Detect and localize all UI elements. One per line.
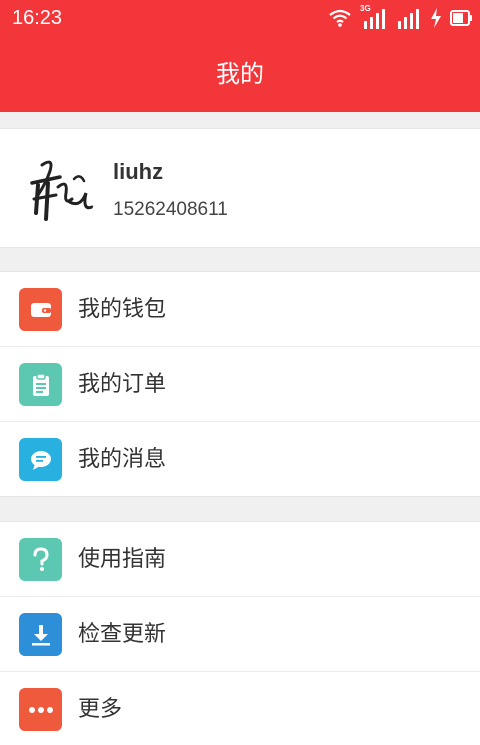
username: liuhz <box>113 159 164 184</box>
more-icon <box>19 688 62 731</box>
signal-3g-icon: 3G <box>360 4 388 29</box>
status-bar: 16:23 3G <box>0 0 480 36</box>
menu-item-wallet[interactable]: 我的钱包 <box>0 272 480 347</box>
charging-icon <box>431 8 441 28</box>
menu-label-more: 更多 <box>78 697 123 722</box>
menu-item-messages[interactable]: 我的消息 <box>0 422 480 497</box>
menu-label-check-update: 检查更新 <box>78 622 167 647</box>
profile-card[interactable]: liuhz 15262408611 <box>0 128 480 248</box>
menu-group-account: 我的钱包 我的订单 我的消息 <box>0 271 480 497</box>
clipboard-icon <box>19 363 62 406</box>
phone-number: 15262408611 <box>113 199 228 220</box>
wifi-icon <box>329 9 351 27</box>
battery-icon <box>450 10 472 26</box>
handwritten-avatar-icon <box>30 160 94 221</box>
status-time: 16:23 <box>12 7 63 29</box>
menu-label-guide: 使用指南 <box>78 547 167 572</box>
menu-label-wallet: 我的钱包 <box>78 297 167 322</box>
menu-item-guide[interactable]: 使用指南 <box>0 522 480 597</box>
menu-item-check-update[interactable]: 检查更新 <box>0 597 480 672</box>
menu-label-orders: 我的订单 <box>78 372 167 397</box>
question-icon <box>19 538 62 581</box>
menu-item-more[interactable]: 更多 <box>0 672 480 745</box>
signal-icon <box>398 9 419 29</box>
menu-item-orders[interactable]: 我的订单 <box>0 347 480 422</box>
page-title: 我的 <box>216 60 264 88</box>
wallet-icon <box>19 288 62 331</box>
app-header: 我的 <box>0 36 480 112</box>
download-icon <box>19 613 62 656</box>
status-icons: 3G <box>328 4 472 30</box>
menu-group-app: 使用指南 检查更新 更多 <box>0 521 480 745</box>
menu-label-messages: 我的消息 <box>78 447 167 472</box>
message-icon <box>19 438 62 481</box>
avatar[interactable] <box>20 149 98 227</box>
